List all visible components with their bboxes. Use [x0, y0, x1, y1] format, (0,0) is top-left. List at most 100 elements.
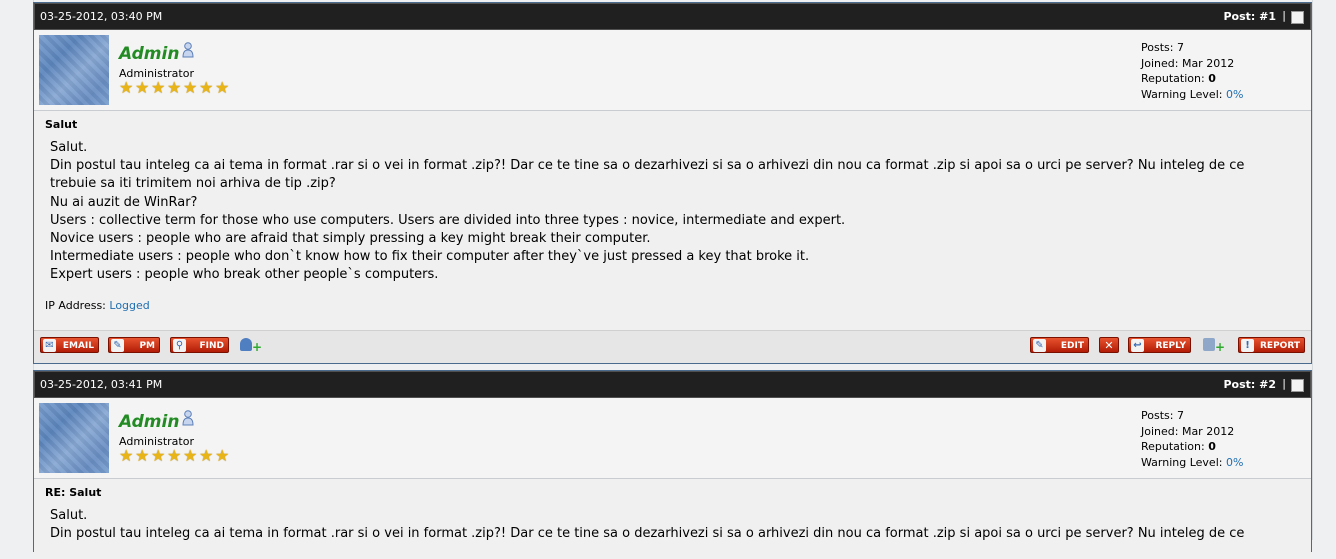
plus-icon: +	[252, 340, 263, 354]
separator: |	[1282, 377, 1286, 390]
message-line: Din postul tau inteleg ca ai tema in for…	[50, 526, 1245, 542]
reputation-value: 0	[1208, 440, 1216, 453]
pencil-icon: ✎	[1033, 339, 1046, 352]
user-stats: Posts: 7 Joined: Mar 2012 Reputation: 0 …	[1141, 408, 1243, 470]
star-icon: ★	[151, 78, 166, 97]
avatar[interactable]	[39, 35, 109, 105]
user-stats: Posts: 7 Joined: Mar 2012 Reputation: 0 …	[1141, 40, 1243, 102]
find-button[interactable]: ⚲ FIND	[170, 337, 229, 353]
post-subject: RE: Salut	[45, 486, 102, 499]
message-line: trebuie sa iti trimitem noi arhiva de ti…	[50, 176, 336, 192]
find-label: FIND	[199, 341, 225, 351]
star-icon: ★	[183, 446, 198, 465]
message-line: Expert users : people who break other pe…	[50, 267, 439, 283]
user-reputation: Reputation: 0	[1141, 71, 1243, 87]
plus-icon: +	[1215, 340, 1226, 354]
ip-address: IP Address: Logged	[45, 299, 150, 312]
star-icon: ★	[215, 446, 230, 465]
add-buddy-button[interactable]: +	[237, 337, 265, 353]
post-date: 03-25-2012, 03:41 PM	[40, 378, 163, 391]
message-line: Salut.	[50, 508, 88, 523]
multiquote-button[interactable]: +	[1200, 337, 1228, 353]
message-line: Novice users : people who are afraid tha…	[50, 231, 651, 247]
select-post-checkbox[interactable]	[1291, 11, 1304, 24]
star-icon: ★	[167, 78, 182, 97]
user-posts: Posts: 7	[1141, 41, 1184, 54]
message-line: Intermediate users : people who don`t kn…	[50, 249, 810, 265]
username-link[interactable]: Admin	[119, 412, 179, 432]
delete-button[interactable]: ✕	[1099, 337, 1119, 353]
post-date: 03-25-2012, 03:40 PM	[40, 10, 163, 23]
ip-logged-link[interactable]: Logged	[109, 299, 149, 312]
select-post-checkbox[interactable]	[1291, 379, 1304, 392]
post-number-link[interactable]: Post: #1	[1223, 10, 1276, 23]
post-body: Salut Salut. Din postul tau inteleg ca a…	[34, 111, 1311, 331]
reply-icon: ↩	[1131, 339, 1144, 352]
separator: |	[1282, 9, 1286, 22]
online-status-icon	[182, 410, 194, 426]
post-message: Salut. Din postul tau inteleg ca ai tema…	[50, 139, 1290, 285]
star-icon: ★	[167, 446, 182, 465]
user-warning: Warning Level: 0%	[1141, 87, 1243, 103]
envelope-icon: ✉	[43, 339, 56, 352]
avatar[interactable]	[39, 403, 109, 473]
user-info: Admin Administrator ★ ★ ★ ★ ★ ★ ★ Posts:…	[34, 398, 1311, 479]
message-line: Nu ai auzit de WinRar?	[50, 194, 198, 210]
post-header: 03-25-2012, 03:41 PM Post: #2 |	[34, 371, 1311, 398]
star-icon: ★	[119, 446, 134, 465]
post-header: 03-25-2012, 03:40 PM Post: #1 |	[34, 3, 1311, 30]
star-icon: ★	[151, 446, 166, 465]
warning-label: Warning Level:	[1141, 87, 1223, 101]
quote-icon	[1203, 338, 1215, 351]
post-body: RE: Salut Salut. Din postul tau inteleg …	[34, 479, 1311, 559]
message-icon: ✎	[111, 339, 124, 352]
user-warning: Warning Level: 0%	[1141, 455, 1243, 471]
star-icon: ★	[199, 446, 214, 465]
star-icon: ★	[199, 78, 214, 97]
star-icon: ★	[119, 78, 134, 97]
user-joined: Joined: Mar 2012	[1141, 56, 1235, 70]
edit-button[interactable]: ✎ EDIT	[1030, 337, 1089, 353]
reply-label: REPLY	[1155, 341, 1186, 351]
warning-icon: !	[1241, 339, 1254, 352]
user-rank-stars: ★ ★ ★ ★ ★ ★ ★	[119, 448, 231, 464]
reputation-label: Reputation:	[1141, 440, 1205, 453]
post-footer-toolbar: ✉ EMAIL ✎ PM ⚲ FIND + ✎ EDIT ✕ ↩ REPLY + ! REP…	[34, 330, 1311, 363]
star-icon: ★	[135, 446, 150, 465]
email-label: EMAIL	[62, 341, 94, 351]
warning-label: Warning Level:	[1141, 455, 1223, 469]
message-line: Salut.	[50, 140, 88, 155]
message-line: Users : collective term for those who us…	[50, 212, 846, 228]
pm-label: PM	[139, 341, 155, 351]
reply-button[interactable]: ↩ REPLY	[1128, 337, 1191, 353]
right-margin	[1312, 0, 1336, 540]
star-icon: ★	[183, 78, 198, 97]
delete-icon: ✕	[1104, 339, 1114, 352]
report-label: REPORT	[1260, 341, 1300, 351]
user-icon	[240, 338, 252, 351]
post-message: Salut. Din postul tau inteleg ca ai tema…	[50, 507, 1290, 543]
warning-level-link[interactable]: 0%	[1226, 456, 1243, 469]
post-1: 03-25-2012, 03:40 PM Post: #1 | Admin Ad…	[33, 2, 1312, 364]
edit-label: EDIT	[1060, 341, 1084, 351]
online-status-icon	[182, 42, 194, 58]
warning-level-link[interactable]: 0%	[1226, 88, 1243, 101]
reputation-label: Reputation:	[1141, 72, 1205, 85]
user-info: Admin Administrator ★ ★ ★ ★ ★ ★ ★ Posts:…	[34, 30, 1311, 111]
post-number-link[interactable]: Post: #2	[1223, 378, 1276, 391]
user-reputation: Reputation: 0	[1141, 439, 1243, 455]
message-line: Din postul tau inteleg ca ai tema in for…	[50, 158, 1245, 174]
user-joined: Joined: Mar 2012	[1141, 424, 1235, 438]
ip-label: IP Address:	[45, 299, 106, 312]
report-button[interactable]: ! REPORT	[1238, 337, 1305, 353]
left-margin	[0, 0, 34, 540]
username-link[interactable]: Admin	[119, 44, 179, 64]
search-icon: ⚲	[173, 339, 186, 352]
pm-button[interactable]: ✎ PM	[108, 337, 160, 353]
post-subject: Salut	[45, 118, 78, 131]
reputation-value: 0	[1208, 72, 1216, 85]
email-button[interactable]: ✉ EMAIL	[40, 337, 99, 353]
user-posts: Posts: 7	[1141, 409, 1184, 422]
star-icon: ★	[215, 78, 230, 97]
post-2: 03-25-2012, 03:41 PM Post: #2 | Admin Ad…	[33, 370, 1312, 559]
